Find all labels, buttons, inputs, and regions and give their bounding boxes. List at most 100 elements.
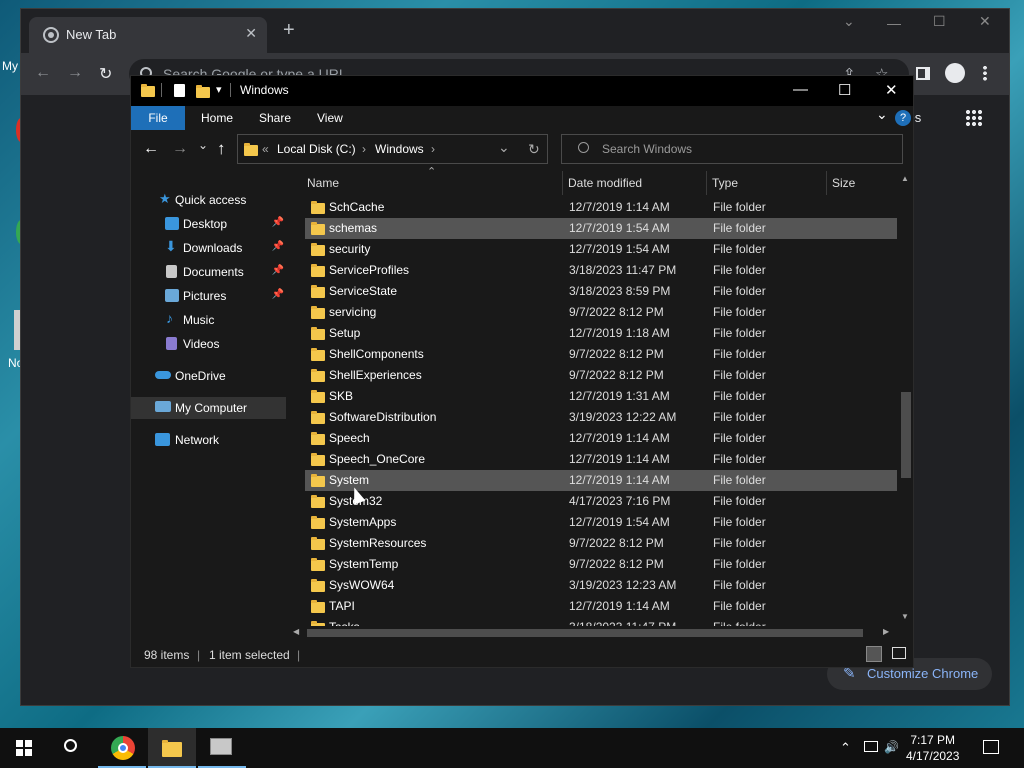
search-box[interactable]: Search Windows xyxy=(561,134,903,164)
back-button[interactable]: ← xyxy=(35,64,51,82)
taskbar-file-explorer[interactable] xyxy=(148,728,196,768)
file-type: File folder xyxy=(713,431,766,445)
table-row[interactable]: SKB 12/7/2019 1:31 AM File folder xyxy=(305,386,897,407)
horizontal-scrollbar[interactable]: ◀ ▶ xyxy=(293,626,893,640)
table-row[interactable]: SystemTemp 9/7/2022 8:12 PM File folder xyxy=(305,554,897,575)
table-row[interactable]: SystemResources 9/7/2022 8:12 PM File fold… xyxy=(305,533,897,554)
refresh-icon[interactable]: ↻ xyxy=(528,141,540,158)
table-row[interactable]: Speech 12/7/2019 1:14 AM File folder xyxy=(305,428,897,449)
nav-music[interactable]: ♪ Music xyxy=(131,309,286,331)
table-row[interactable]: TAPI 12/7/2019 1:14 AM File folder xyxy=(305,596,897,617)
table-row[interactable]: ShellComponents 9/7/2022 8:12 PM File fold… xyxy=(305,344,897,365)
new-folder-icon[interactable] xyxy=(196,85,210,98)
ribbon-expand-icon[interactable]: ⌄ xyxy=(876,102,888,126)
back-button[interactable]: ← xyxy=(143,140,159,158)
nav-documents[interactable]: Documents 📌 xyxy=(131,261,286,283)
taskbar-app[interactable] xyxy=(198,728,246,768)
vertical-scrollbar[interactable]: ▲ ▼ xyxy=(899,174,913,622)
nav-pictures[interactable]: Pictures 📌 xyxy=(131,285,286,307)
table-row[interactable]: ShellExperiences 9/7/2022 8:12 PM File fol… xyxy=(305,365,897,386)
folder-icon xyxy=(311,453,325,466)
clock[interactable]: 7:17 PM 4/17/2023 xyxy=(906,732,959,764)
details-view-icon[interactable] xyxy=(866,646,882,662)
up-button[interactable]: ↑ xyxy=(217,139,226,159)
close-button[interactable]: ✕ xyxy=(979,13,991,30)
table-row[interactable]: SchCache 12/7/2019 1:14 AM File folder xyxy=(305,197,897,218)
scroll-up-arrow[interactable]: ▲ xyxy=(901,174,909,183)
notification-center-icon[interactable] xyxy=(983,740,999,754)
table-row[interactable]: SystemApps 12/7/2019 1:54 AM File folder xyxy=(305,512,897,533)
qat-divider xyxy=(230,83,231,97)
maximize-button[interactable]: ☐ xyxy=(838,81,851,99)
nav-downloads[interactable]: ⬇ Downloads 📌 xyxy=(131,237,286,259)
scroll-thumb[interactable] xyxy=(307,629,863,637)
address-overflow[interactable]: « xyxy=(262,142,269,156)
minimize-button[interactable]: — xyxy=(887,15,901,31)
network-tray-icon[interactable] xyxy=(864,741,878,752)
ribbon-tab-share[interactable]: Share xyxy=(259,106,291,130)
tray-overflow-icon[interactable]: ⌃ xyxy=(840,740,851,756)
breadcrumb-separator[interactable]: › xyxy=(362,142,366,156)
chrome-tab-new-tab[interactable]: New Tab ✕ xyxy=(29,17,267,53)
table-row[interactable]: System32 4/17/2023 7:16 PM File folder xyxy=(305,491,897,512)
taskbar-search-button[interactable] xyxy=(48,728,96,768)
videos-icon xyxy=(166,337,177,350)
new-tab-button[interactable]: + xyxy=(283,19,295,42)
breadcrumb-separator[interactable]: › xyxy=(431,142,435,156)
table-row[interactable]: Setup 12/7/2019 1:18 AM File folder xyxy=(305,323,897,344)
recent-locations-icon[interactable]: ⌄ xyxy=(198,138,208,152)
table-row[interactable]: SysWOW64 3/19/2023 12:23 AM File folder xyxy=(305,575,897,596)
nav-my-computer[interactable]: My Computer xyxy=(131,397,286,419)
ribbon-tab-view[interactable]: View xyxy=(317,106,343,130)
start-button[interactable] xyxy=(0,728,48,768)
ribbon-tab-file[interactable]: File xyxy=(131,106,185,130)
minimize-button[interactable]: — xyxy=(793,81,808,98)
table-row[interactable]: SoftwareDistribution 3/19/2023 12:22 AM Fi… xyxy=(305,407,897,428)
scroll-thumb[interactable] xyxy=(901,392,911,478)
table-row[interactable]: ServiceProfiles 3/18/2023 11:47 PM File fo… xyxy=(305,260,897,281)
breadcrumb-local-disk[interactable]: Local Disk (C:) xyxy=(277,142,356,156)
table-row[interactable]: servicing 9/7/2022 8:12 PM File folder xyxy=(305,302,897,323)
help-icon[interactable]: ? xyxy=(895,110,911,126)
large-icons-view-icon[interactable] xyxy=(892,647,906,659)
nav-videos[interactable]: Videos xyxy=(131,333,286,355)
tab-search-icon[interactable]: ⌄ xyxy=(843,13,855,30)
forward-button[interactable]: → xyxy=(172,140,188,158)
folder-icon xyxy=(311,432,325,445)
qat-dropdown-icon[interactable]: ▾ xyxy=(216,83,222,96)
nav-desktop[interactable]: Desktop 📌 xyxy=(131,213,286,235)
reload-button[interactable]: ↻ xyxy=(99,64,112,84)
maximize-button[interactable]: ☐ xyxy=(933,13,946,30)
google-apps-icon[interactable] xyxy=(965,109,983,127)
folder-icon xyxy=(311,558,325,571)
tab-close-icon[interactable]: ✕ xyxy=(245,25,257,42)
properties-icon[interactable] xyxy=(174,84,185,97)
address-dropdown-icon[interactable]: ⌄ xyxy=(498,139,510,156)
ribbon-tab-home[interactable]: Home xyxy=(201,106,233,130)
file-date-modified: 12/7/2019 1:54 AM xyxy=(569,242,670,256)
side-panel-icon[interactable] xyxy=(916,67,930,80)
close-button[interactable]: ✕ xyxy=(885,81,898,99)
breadcrumb-windows[interactable]: Windows xyxy=(375,142,424,156)
table-row[interactable]: System 12/7/2019 1:14 AM File folder xyxy=(305,470,897,491)
table-row[interactable]: schemas 12/7/2019 1:54 AM File folder xyxy=(305,218,897,239)
nav-network[interactable]: Network xyxy=(131,429,286,451)
table-row[interactable]: security 12/7/2019 1:54 AM File folder xyxy=(305,239,897,260)
table-row[interactable]: ServiceState 3/18/2023 8:59 PM File folder xyxy=(305,281,897,302)
profile-avatar-icon[interactable] xyxy=(945,63,965,83)
file-type: File folder xyxy=(713,599,766,613)
chrome-menu-icon[interactable] xyxy=(983,65,987,81)
pin-icon: 📌 xyxy=(271,217,284,228)
scroll-right-arrow[interactable]: ▶ xyxy=(883,627,889,636)
volume-icon[interactable]: 🔊 xyxy=(884,740,899,754)
forward-button[interactable]: → xyxy=(67,64,83,82)
address-row: ← → ⌄ ↑ « Local Disk (C:) › Windows › ⌄ … xyxy=(131,130,913,170)
table-row[interactable]: Speech_OneCore 12/7/2019 1:14 AM File fold… xyxy=(305,449,897,470)
nav-onedrive[interactable]: OneDrive xyxy=(131,365,286,387)
address-bar[interactable]: « Local Disk (C:) › Windows › ⌄ ↻ xyxy=(237,134,548,164)
scroll-down-arrow[interactable]: ▼ xyxy=(901,612,909,621)
table-row[interactable]: Tasks3/18/2023 11:47 PMFile folder xyxy=(305,617,897,626)
scroll-left-arrow[interactable]: ◀ xyxy=(293,627,299,636)
nav-quick-access[interactable]: ★ Quick access xyxy=(131,189,286,211)
taskbar-chrome[interactable] xyxy=(98,728,146,768)
